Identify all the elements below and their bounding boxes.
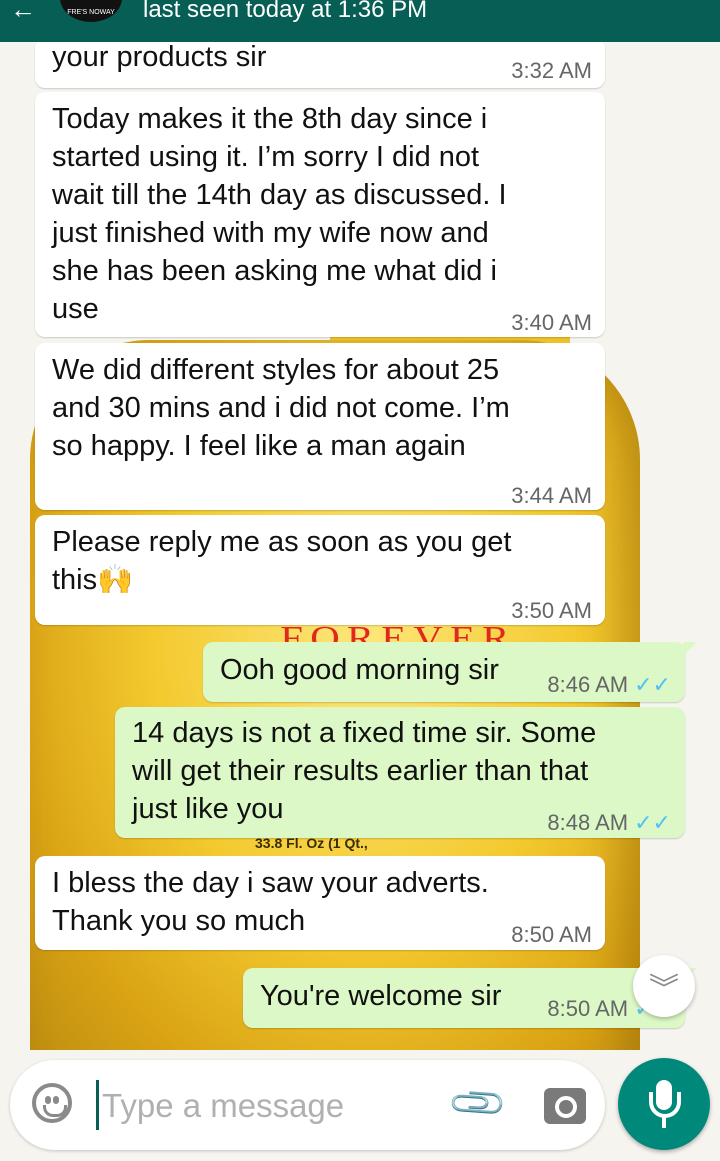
bubble-tail [683, 642, 697, 656]
read-receipt-icon: ✓✓ [634, 672, 671, 697]
paperclip-icon[interactable]: 📎 [446, 1072, 511, 1137]
message-time-with-ticks: 8:48 AM ✓✓ [547, 804, 671, 842]
emoji-icon[interactable] [32, 1083, 72, 1123]
message-time: 8:48 AM [547, 810, 629, 835]
mic-icon-stem [662, 1116, 666, 1128]
message-outgoing[interactable]: You're welcome sir 8:50 AM✓✓ [243, 968, 697, 1028]
message-text: 14 days is not a fixed time sir. Some wi… [132, 717, 597, 825]
message-time: 8:50 AM [511, 922, 592, 947]
message-time: 3:32 AM [511, 58, 592, 83]
message-time: 8:50 AM [547, 996, 629, 1021]
message-text: We did different styles for about 25 and… [52, 354, 510, 462]
contact-avatar[interactable]: FRE'S NOWAY CREATE'S [60, 0, 122, 22]
message-text: Ooh good morning sir [220, 654, 499, 686]
message-time: 3:44 AM [511, 483, 592, 508]
read-receipt-icon: ✓✓ [634, 810, 671, 835]
text-cursor [96, 1080, 99, 1130]
message-text: your products sir [52, 41, 267, 73]
avatar-logo-text: FRE'S NOWAY CREATE'S [67, 9, 115, 16]
back-arrow-icon[interactable]: ← [10, 0, 36, 25]
last-seen-status[interactable]: last seen today at 1:36 PM [143, 0, 427, 24]
message-incoming[interactable]: your products sir 3:32 AM [35, 38, 605, 88]
message-text: I bless the day i saw your adverts. Than… [52, 867, 489, 937]
message-input-bar: Type a message 📎 [10, 1060, 605, 1150]
message-time: 3:40 AM [511, 310, 592, 335]
voice-message-button[interactable] [618, 1058, 710, 1150]
chat-header: ← FRE'S NOWAY CREATE'S last seen today a… [0, 0, 720, 42]
mic-icon-arc [649, 1092, 681, 1118]
message-incoming[interactable]: Please reply me as soon as you get this🙌… [35, 515, 605, 625]
message-incoming[interactable]: Today makes it the 8th day since i start… [35, 92, 605, 337]
message-incoming[interactable]: I bless the day i saw your adverts. Than… [35, 856, 605, 950]
message-time: 8:46 AM [547, 672, 629, 697]
message-text: Today makes it the 8th day since i start… [52, 103, 507, 325]
scroll-to-bottom-button[interactable]: ︾ [633, 955, 695, 1017]
message-outgoing[interactable]: 14 days is not a fixed time sir. Some wi… [115, 707, 685, 838]
double-chevron-down-icon: ︾ [649, 973, 679, 1006]
message-incoming[interactable]: We did different styles for about 25 and… [35, 343, 605, 510]
message-input[interactable]: Type a message [102, 1087, 344, 1125]
message-outgoing[interactable]: Ooh good morning sir 8:46 AM ✓✓ [203, 642, 697, 704]
camera-icon[interactable] [544, 1088, 586, 1124]
message-text: You're welcome sir [260, 980, 502, 1012]
message-time: 3:50 AM [511, 598, 592, 623]
message-time-with-ticks: 8:46 AM ✓✓ [547, 666, 671, 704]
message-text: Please reply me as soon as you get this🙌 [52, 526, 512, 596]
